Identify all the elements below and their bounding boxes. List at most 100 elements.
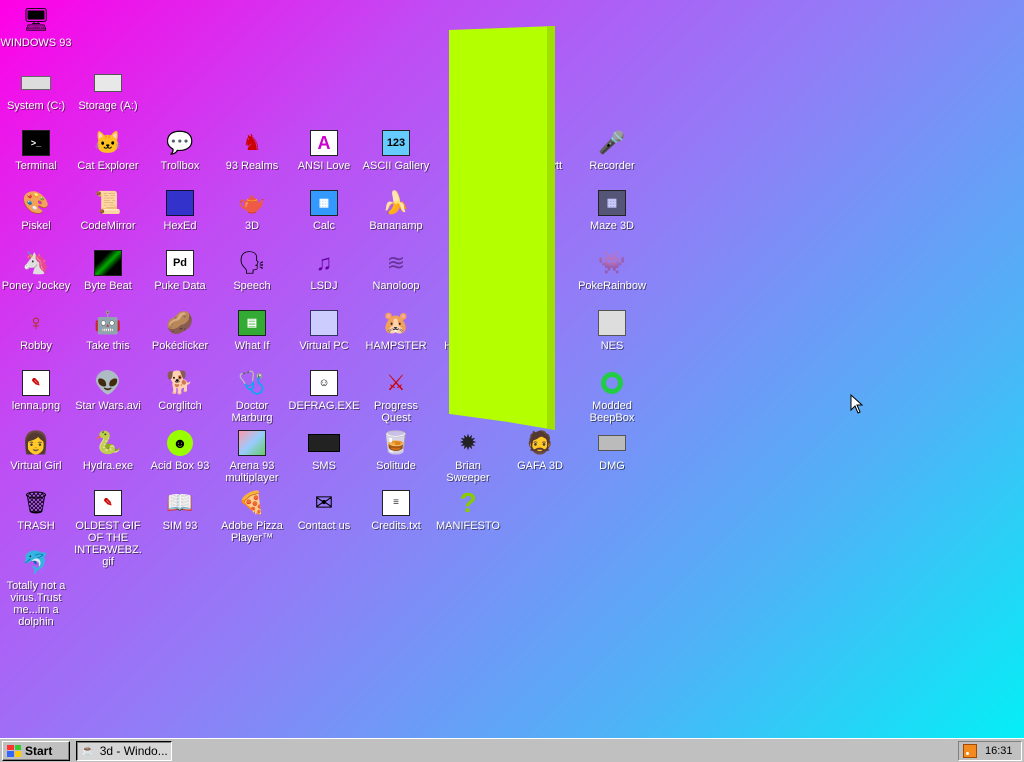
desktop-icon-lenna-png[interactable]: ✎ lenna.png (0, 366, 72, 412)
desktop-icon-sim-93[interactable]: 📖 SIM 93 (144, 486, 216, 532)
text-file-icon: ≡ (379, 488, 413, 518)
desktop-icon-robby[interactable]: ♀ Robby (0, 306, 72, 352)
bottle-icon: 🥃 (382, 430, 410, 455)
hamster-icon: 🐹 (382, 310, 410, 335)
desktop-icon-sms[interactable]: SMS (288, 426, 360, 472)
cat-globe-icon: 🐱 (94, 130, 122, 155)
desktop-icon-arena-93[interactable]: Arena 93 multiplayer (216, 426, 288, 484)
desktop-icon-defrag-exe[interactable]: ☺ DEFRAG.EXE (288, 366, 360, 412)
desktop-icon-oldest-gif[interactable]: ✎ OLDEST GIF OF THE INTERWEBZ.gif (72, 486, 144, 568)
desktop-icon-dmg[interactable]: DMG (576, 426, 648, 472)
desktop-icon-piskel[interactable]: 🎨 Piskel (0, 186, 72, 232)
desktop-icon-corglitch[interactable]: 🐕 Corglitch (144, 366, 216, 412)
desktop-icon-system-c[interactable]: System (C:) (0, 66, 72, 112)
desktop-icon-virtual-girl[interactable]: 👩 Virtual Girl (0, 426, 72, 472)
hydra-icon: 🐍 (94, 430, 122, 455)
book-icon: 📖 (166, 490, 194, 515)
chat-bubble-icon: 💬 (166, 130, 194, 155)
teapot-icon: ☕ (81, 745, 95, 757)
desktop-icon-acid-box-93[interactable]: ☻ Acid Box 93 (144, 426, 216, 472)
letter-a-icon: A (307, 128, 341, 158)
pony-icon: 🦄 (22, 250, 50, 275)
palette-icon: 🎨 (22, 190, 50, 215)
desktop-icon-manifesto[interactable]: ? MANIFESTO (432, 486, 504, 533)
pokemon-trainers-icon: 👾 (598, 250, 626, 275)
taskbar-item-3d-window[interactable]: ☕ 3d - Windo... (76, 740, 172, 761)
desktop-icon-solitude[interactable]: 🥃 Solitude (360, 426, 432, 472)
taskbar-item-label: 3d - Windo... (99, 743, 168, 758)
desktop-icon-recorder[interactable]: 🎤 Recorder (576, 126, 648, 172)
desktop-icon-calc[interactable]: ▦ Calc (288, 186, 360, 232)
desktop-icon-ascii-gallery[interactable]: 123 ASCII Gallery (360, 126, 432, 172)
smiley-icon: ☻ (163, 428, 197, 458)
desktop-icon-what-if[interactable]: ▤ What If (216, 306, 288, 352)
desktop-icon-gafa-3d[interactable]: 🧔 GAFA 3D (504, 426, 576, 472)
desktop-icon-virtual-pc[interactable]: Virtual PC (288, 306, 360, 352)
system-tray: 16:31 (958, 741, 1022, 761)
gameboy-icon: ♫ (315, 250, 333, 275)
desktop-icon-terminal[interactable]: >_ Terminal (0, 126, 72, 172)
desktop-icon-cat-explorer[interactable]: 🐱 Cat Explorer (72, 126, 144, 172)
desktop-icon-windows93[interactable]: 🖥 WINDOWS 93 (0, 3, 72, 49)
desktop-icon-puke-data[interactable]: Pd Puke Data (144, 246, 216, 292)
start-button[interactable]: Start (2, 740, 70, 761)
desktop-icon-bananamp[interactable]: 🍌 Bananamp (360, 186, 432, 232)
desktop-icon-speech[interactable]: 🗣 Speech (216, 246, 288, 292)
desktop-icon-lsdj[interactable]: ♫ LSDJ (288, 246, 360, 292)
desktop-icon-93-realms[interactable]: ♞ 93 Realms (216, 126, 288, 172)
desktop-icon-nes[interactable]: NES (576, 306, 648, 352)
mouse-cursor-icon (850, 394, 864, 414)
desktop-icon-progress-quest[interactable]: ⚔ Progress Quest (360, 366, 432, 424)
desktop-icon-hampster[interactable]: 🐹 HAMPSTER (360, 306, 432, 352)
computer-icon: 🖥 (22, 7, 50, 32)
trash-icon: 🗑 (22, 490, 50, 515)
girl-face-icon: 👩 (22, 430, 50, 455)
desktop-icon-pokerainbow[interactable]: 👾 PokeRainbow (576, 246, 648, 292)
nes-console-icon (595, 308, 629, 338)
yoda-icon: 👽 (94, 370, 122, 395)
desktop-icon-pokeclicker[interactable]: 🥔 Pokéclicker (144, 306, 216, 352)
desktop: 🖥 WINDOWS 93 System (C:) Storage (A:) >_… (0, 0, 1024, 738)
desktop-icon-take-this[interactable]: 🤖 Take this (72, 306, 144, 352)
desktop-icon-contact-us[interactable]: ✉ Contact us (288, 486, 360, 532)
desktop-icon-trollbox[interactable]: 💬 Trollbox (144, 126, 216, 172)
desktop-icon-maze-3d[interactable]: ▦ Maze 3D (576, 186, 648, 232)
desktop-icon-byte-beat[interactable]: Byte Beat (72, 246, 144, 292)
desktop-icon-dolphin[interactable]: 🐬 Totally not a virus.Trust me...im a do… (0, 546, 72, 628)
image-file-icon: ✎ (19, 368, 53, 398)
doom-face-icon: 🧔 (526, 430, 554, 455)
desktop-icon-star-wars-avi[interactable]: 👽 Star Wars.avi (72, 366, 144, 412)
numbers-icon: 123 (379, 128, 413, 158)
image-file-icon: ✎ (91, 488, 125, 518)
floppy-drive-icon (91, 68, 125, 98)
crossed-swords-icon: ⚔ (386, 370, 406, 395)
pizza-icon: 🍕 (238, 490, 266, 515)
desktop-icon-modded-beepbox[interactable]: Modded BeepBox (576, 366, 648, 424)
rss-icon[interactable] (963, 744, 977, 758)
robot-icon: 🤖 (94, 310, 122, 335)
console-icon (307, 428, 341, 458)
desktop-icon-3d[interactable]: 🫖 3D (216, 186, 288, 232)
desktop-icon-hydra-exe[interactable]: 🐍 Hydra.exe (72, 426, 144, 472)
desktop-icon-trash[interactable]: 🗑 TRASH (0, 486, 72, 532)
desktop-icon-credits-txt[interactable]: ≡ Credits.txt (360, 486, 432, 532)
disk-image-icon (595, 428, 629, 458)
desktop-icon-brian-sweeper[interactable]: ✹ Brian Sweeper (432, 426, 504, 484)
3d-window-glitch[interactable] (449, 26, 555, 430)
desktop-icon-storage-a[interactable]: Storage (A:) (72, 66, 144, 112)
desktop-icon-poney-jockey[interactable]: 🦄 Poney Jockey (0, 246, 72, 292)
desktop-icon-ansi-love[interactable]: A ANSI Love (288, 126, 360, 172)
drive-icon (19, 68, 53, 98)
desktop-icon-codemirror[interactable]: 📜 CodeMirror (72, 186, 144, 232)
taskbar: Start ☕ 3d - Windo... 16:31 (0, 738, 1024, 762)
colored-cube-icon (235, 428, 269, 458)
dragon-icon: ♞ (242, 130, 262, 155)
start-label: Start (25, 743, 53, 758)
desktop-icon-adobe-pizza[interactable]: 🍕 Adobe Pizza Player™ (216, 486, 288, 544)
letter-pen-icon: ✉ (314, 490, 334, 515)
corgi-icon: 🐕 (166, 370, 194, 395)
calculator-icon: ▦ (307, 188, 341, 218)
desktop-icon-nanoloop[interactable]: ≋ Nanoloop (360, 246, 432, 292)
desktop-icon-doctor-marburg[interactable]: 🩺 Doctor Marburg (216, 366, 288, 424)
desktop-icon-hexed[interactable]: HexEd (144, 186, 216, 232)
